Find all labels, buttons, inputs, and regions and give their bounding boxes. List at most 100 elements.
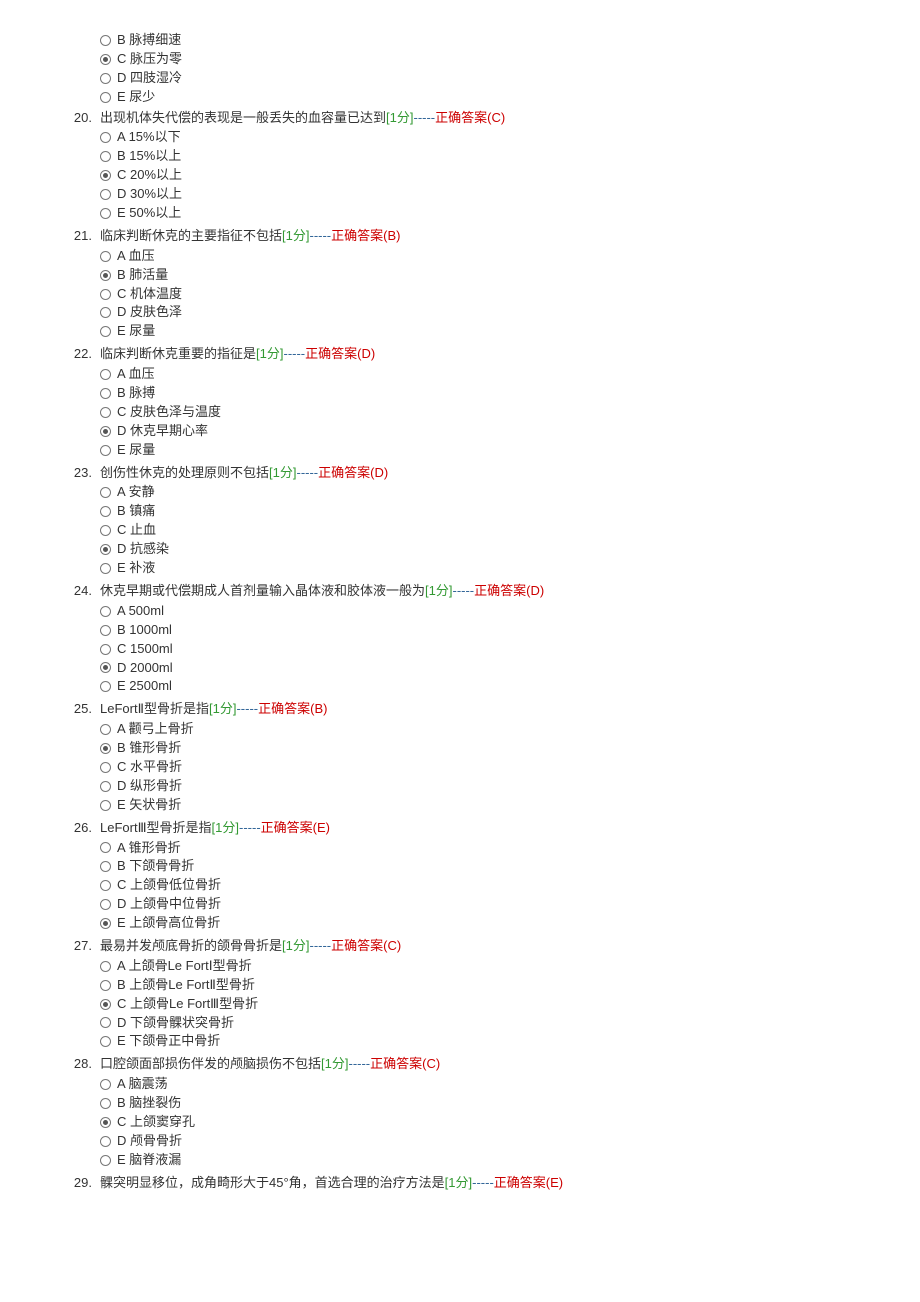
option-row[interactable]: A 颧弓上骨折 [100, 721, 920, 738]
option-row[interactable]: D 2000ml [100, 660, 920, 677]
option-row[interactable]: E 50%以上 [100, 205, 920, 222]
radio-icon[interactable] [100, 487, 111, 498]
radio-icon[interactable] [100, 151, 111, 162]
option-row[interactable]: D 纵形骨折 [100, 778, 920, 795]
radio-icon[interactable] [100, 762, 111, 773]
radio-icon[interactable] [100, 208, 111, 219]
radio-icon[interactable] [100, 92, 111, 103]
option-text: C 上颌骨低位骨折 [117, 877, 221, 894]
radio-icon[interactable] [100, 189, 111, 200]
radio-icon[interactable] [100, 1098, 111, 1109]
option-row[interactable]: B 下颌骨骨折 [100, 858, 920, 875]
radio-icon[interactable] [100, 35, 111, 46]
radio-icon[interactable] [100, 880, 111, 891]
radio-icon[interactable] [100, 426, 111, 437]
option-row[interactable]: D 上颌骨中位骨折 [100, 896, 920, 913]
question-stem-wrap: 临床判断休克的主要指征不包括[1分]-----正确答案(B) [100, 228, 400, 245]
option-row[interactable]: A 15%以下 [100, 129, 920, 146]
radio-icon[interactable] [100, 918, 111, 929]
option-row[interactable]: D 四肢湿冷 [100, 70, 920, 87]
radio-icon[interactable] [100, 724, 111, 735]
option-row[interactable]: D 颅骨骨折 [100, 1133, 920, 1150]
option-row[interactable]: E 尿量 [100, 323, 920, 340]
option-row[interactable]: E 矢状骨折 [100, 797, 920, 814]
radio-icon[interactable] [100, 1017, 111, 1028]
option-row[interactable]: A 血压 [100, 248, 920, 265]
radio-icon[interactable] [100, 407, 111, 418]
radio-icon[interactable] [100, 563, 111, 574]
radio-icon[interactable] [100, 781, 111, 792]
option-row[interactable]: B 锥形骨折 [100, 740, 920, 757]
option-row[interactable]: C 上颌骨Le FortⅢ型骨折 [100, 996, 920, 1013]
radio-icon[interactable] [100, 270, 111, 281]
option-row[interactable]: A 上颌骨Le FortⅠ型骨折 [100, 958, 920, 975]
option-row[interactable]: C 水平骨折 [100, 759, 920, 776]
option-row[interactable]: B 15%以上 [100, 148, 920, 165]
radio-icon[interactable] [100, 861, 111, 872]
radio-icon[interactable] [100, 606, 111, 617]
option-row[interactable]: D 30%以上 [100, 186, 920, 203]
option-row[interactable]: C 上颌窦穿孔 [100, 1114, 920, 1131]
radio-icon[interactable] [100, 961, 111, 972]
option-row[interactable]: A 脑震荡 [100, 1076, 920, 1093]
radio-icon[interactable] [100, 800, 111, 811]
radio-icon[interactable] [100, 445, 111, 456]
option-row[interactable]: D 休克早期心率 [100, 423, 920, 440]
option-row[interactable]: B 脑挫裂伤 [100, 1095, 920, 1112]
radio-icon[interactable] [100, 326, 111, 337]
option-row[interactable]: A 锥形骨折 [100, 840, 920, 857]
option-row[interactable]: D 抗感染 [100, 541, 920, 558]
option-row[interactable]: A 500ml [100, 603, 920, 620]
radio-icon[interactable] [100, 289, 111, 300]
option-row[interactable]: B 脉搏 [100, 385, 920, 402]
option-row[interactable]: B 脉搏细速 [100, 32, 920, 49]
option-row[interactable]: C 止血 [100, 522, 920, 539]
radio-icon[interactable] [100, 170, 111, 181]
option-row[interactable]: E 上颌骨高位骨折 [100, 915, 920, 932]
radio-icon[interactable] [100, 1136, 111, 1147]
option-row[interactable]: D 皮肤色泽 [100, 304, 920, 321]
radio-icon[interactable] [100, 307, 111, 318]
radio-icon[interactable] [100, 544, 111, 555]
radio-icon[interactable] [100, 999, 111, 1010]
option-row[interactable]: C 皮肤色泽与温度 [100, 404, 920, 421]
radio-icon[interactable] [100, 681, 111, 692]
radio-icon[interactable] [100, 132, 111, 143]
option-row[interactable]: E 尿量 [100, 442, 920, 459]
radio-icon[interactable] [100, 388, 111, 399]
option-row[interactable]: C 脉压为零 [100, 51, 920, 68]
option-row[interactable]: E 2500ml [100, 678, 920, 695]
radio-icon[interactable] [100, 369, 111, 380]
radio-icon[interactable] [100, 251, 111, 262]
option-row[interactable]: E 尿少 [100, 89, 920, 106]
option-row[interactable]: C 机体温度 [100, 286, 920, 303]
radio-icon[interactable] [100, 1079, 111, 1090]
radio-icon[interactable] [100, 506, 111, 517]
radio-icon[interactable] [100, 1036, 111, 1047]
option-row[interactable]: D 下颌骨髁状突骨折 [100, 1015, 920, 1032]
radio-icon[interactable] [100, 899, 111, 910]
option-row[interactable]: C 20%以上 [100, 167, 920, 184]
radio-icon[interactable] [100, 54, 111, 65]
radio-icon[interactable] [100, 662, 111, 673]
option-row[interactable]: C 上颌骨低位骨折 [100, 877, 920, 894]
option-row[interactable]: C 1500ml [100, 641, 920, 658]
radio-icon[interactable] [100, 980, 111, 991]
radio-icon[interactable] [100, 1117, 111, 1128]
option-row[interactable]: E 补液 [100, 560, 920, 577]
radio-icon[interactable] [100, 525, 111, 536]
option-row[interactable]: B 镇痛 [100, 503, 920, 520]
radio-icon[interactable] [100, 73, 111, 84]
option-row[interactable]: B 1000ml [100, 622, 920, 639]
radio-icon[interactable] [100, 743, 111, 754]
radio-icon[interactable] [100, 1155, 111, 1166]
option-row[interactable]: E 脑脊液漏 [100, 1152, 920, 1169]
radio-icon[interactable] [100, 842, 111, 853]
option-row[interactable]: A 血压 [100, 366, 920, 383]
option-row[interactable]: A 安静 [100, 484, 920, 501]
radio-icon[interactable] [100, 625, 111, 636]
option-row[interactable]: E 下颌骨正中骨折 [100, 1033, 920, 1050]
radio-icon[interactable] [100, 644, 111, 655]
option-row[interactable]: B 上颌骨Le FortⅡ型骨折 [100, 977, 920, 994]
option-row[interactable]: B 肺活量 [100, 267, 920, 284]
